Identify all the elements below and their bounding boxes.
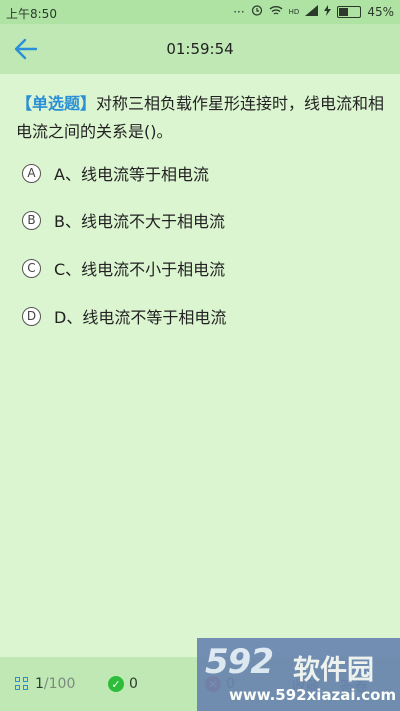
answer-sheet-button[interactable]: 1/100	[15, 676, 75, 692]
option-d-label: D、线电流不等于相电流	[54, 308, 227, 327]
option-c[interactable]: C C、线电流不小于相电流	[22, 253, 382, 283]
progress-total: /100	[43, 676, 76, 692]
option-d[interactable]: D D、线电流不等于相电流	[22, 301, 382, 331]
correct-counter: ✓ 0	[108, 676, 138, 692]
signal-icon	[305, 4, 319, 19]
option-b[interactable]: B B、线电流不大于相电流	[22, 205, 382, 235]
wifi-icon	[269, 5, 283, 19]
app-bar: 01:59:54	[0, 24, 400, 74]
option-a-label: A、线电流等于相电流	[54, 165, 209, 184]
option-b-radio[interactable]: B	[22, 210, 41, 230]
more-dots-icon: ···	[233, 4, 245, 19]
check-icon: ✓	[108, 676, 124, 692]
watermark-logo: 592 软件园 www.592xiazai.com	[197, 638, 400, 711]
option-a-radio[interactable]: A	[22, 163, 41, 183]
status-time: 上午8:50	[6, 7, 57, 21]
question-type-label: 【单选题】	[16, 94, 97, 113]
status-bar: 上午8:50 ··· HD 45%	[0, 0, 400, 24]
grid-icon	[15, 677, 29, 691]
option-c-radio[interactable]: C	[22, 258, 41, 278]
option-d-radio[interactable]: D	[22, 306, 41, 326]
watermark-url: www.592xiazai.com	[229, 686, 397, 704]
option-c-label: C、线电流不小于相电流	[54, 260, 226, 279]
option-b-label: B、线电流不大于相电流	[54, 212, 225, 231]
option-a[interactable]: A A、线电流等于相电流	[22, 158, 382, 188]
watermark-name: 软件园	[293, 655, 374, 686]
exam-timer: 01:59:54	[166, 40, 234, 58]
watermark-number: 592	[205, 642, 274, 682]
hd-icon: HD	[288, 7, 300, 16]
correct-count: 0	[129, 676, 138, 692]
progress-current: 1	[35, 676, 44, 692]
battery-percent: 45%	[367, 4, 394, 19]
question-stem: 【单选题】对称三相负载作星形连接时，线电流和相电流之间的关系是()。	[16, 90, 386, 146]
alarm-icon	[251, 4, 263, 19]
status-icons: ··· HD 45%	[233, 4, 394, 19]
battery-icon	[337, 5, 362, 18]
charging-icon	[324, 4, 332, 19]
